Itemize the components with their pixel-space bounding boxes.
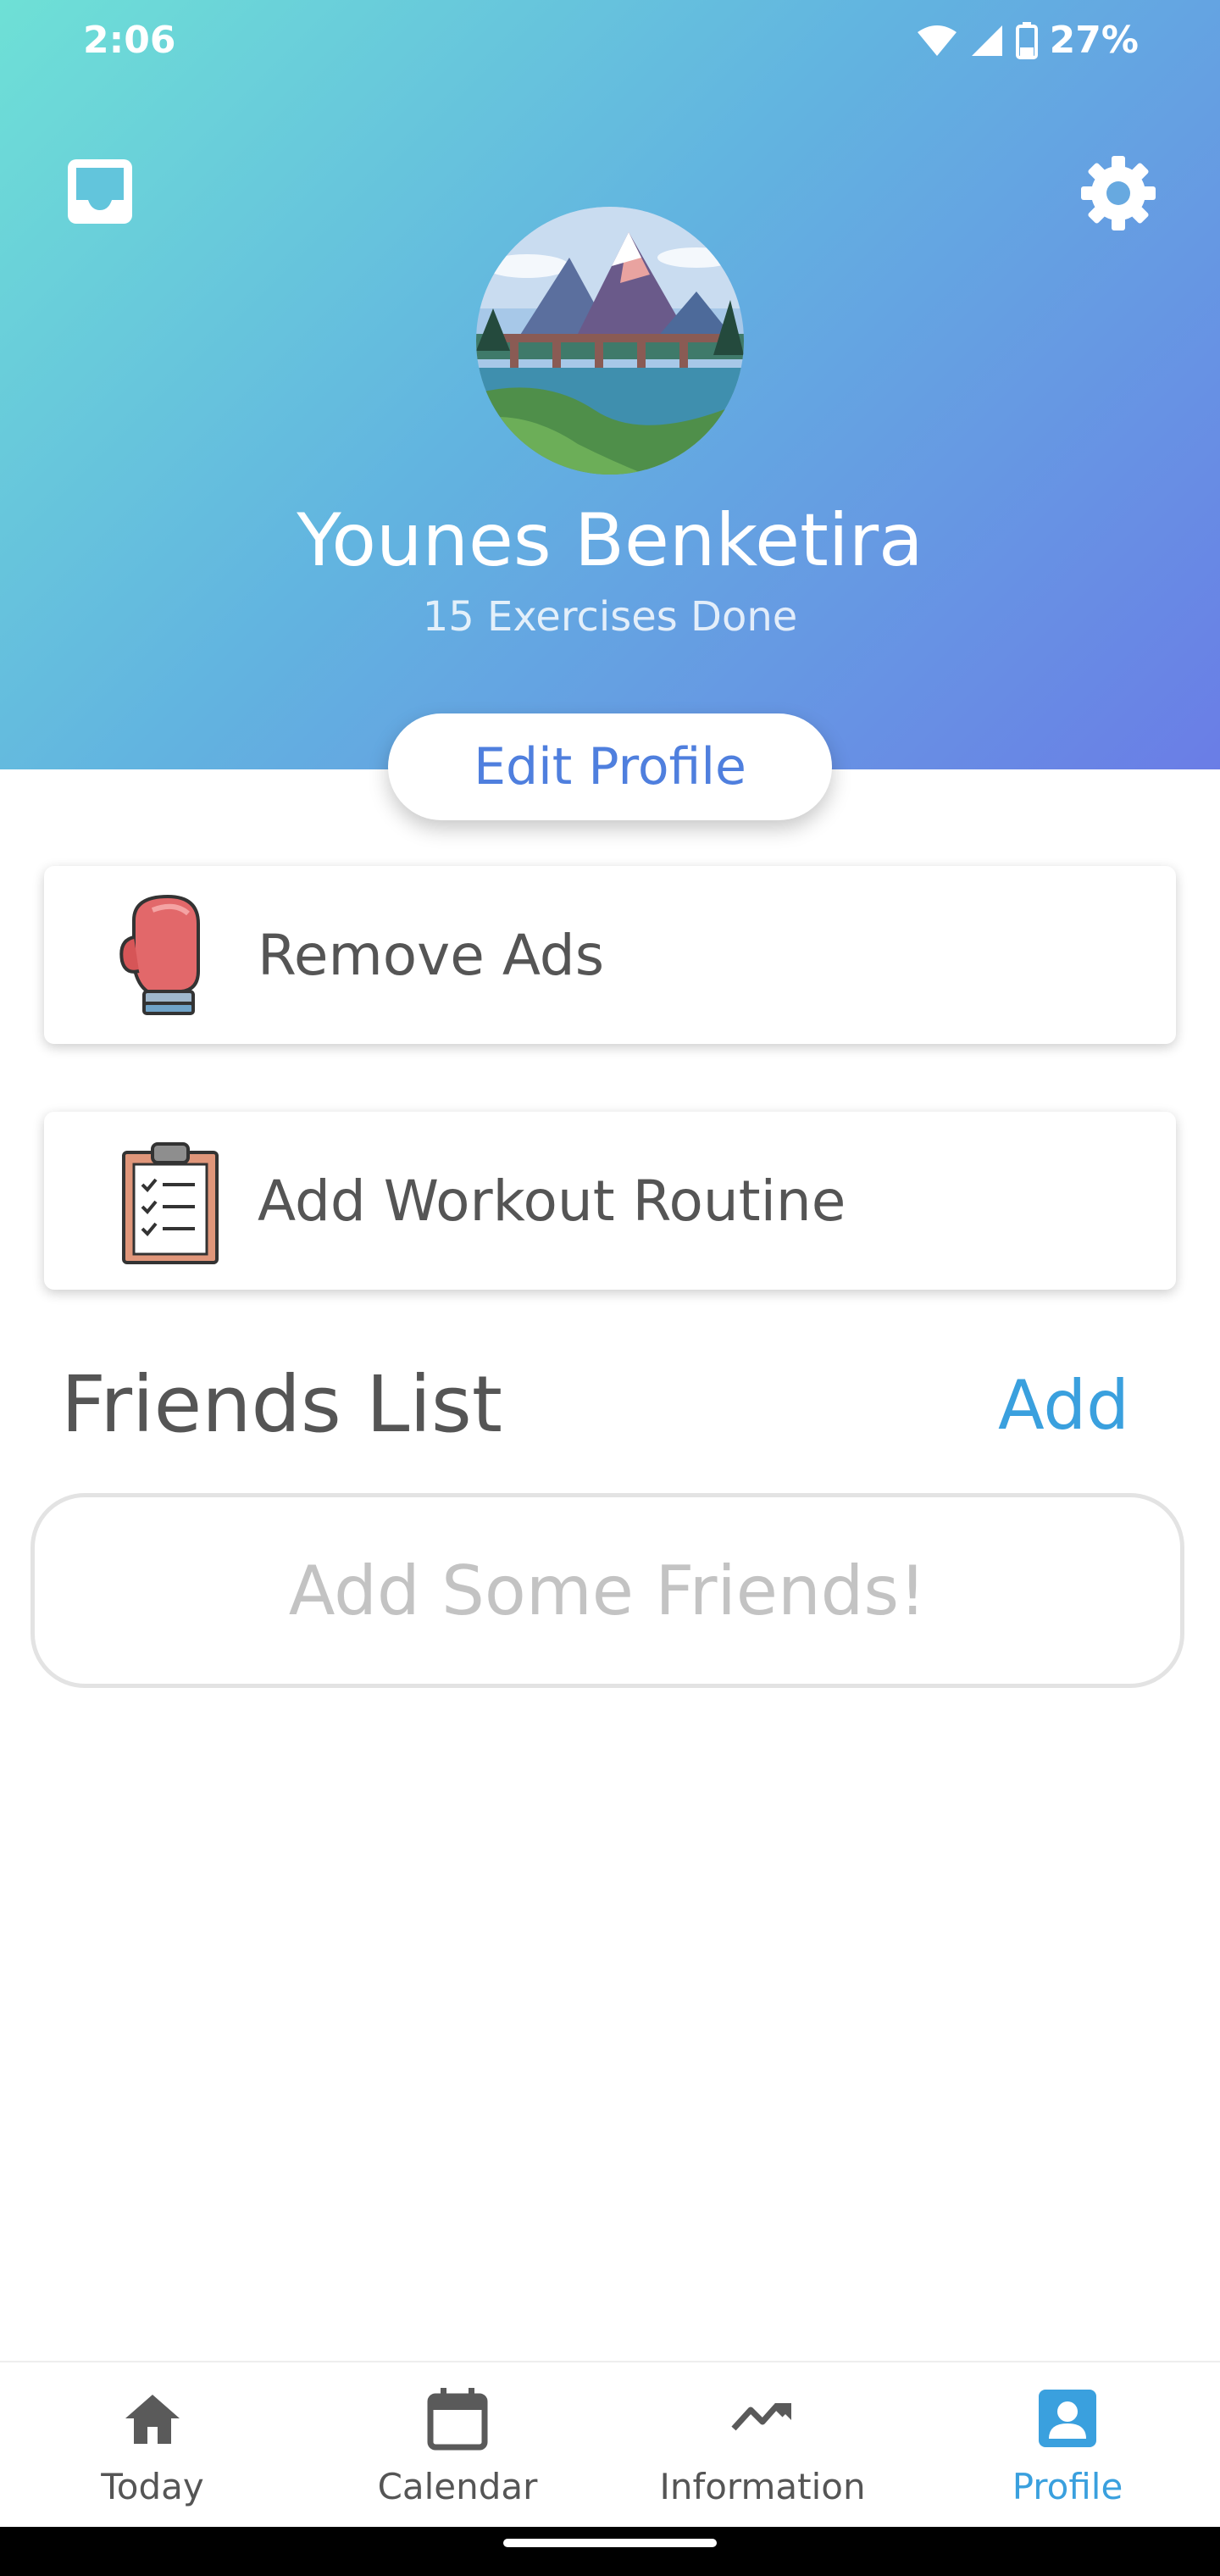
remove-ads-label: Remove Ads [258,922,605,988]
status-bar: 2:06 27% [0,0,1220,85]
nav-profile-label: Profile [1012,2466,1123,2507]
inbox-button[interactable] [64,156,136,227]
nav-information-label: Information [659,2466,866,2507]
calendar-icon [427,2388,488,2451]
edit-profile-button[interactable]: Edit Profile [388,713,832,820]
remove-ads-card[interactable]: Remove Ads [44,866,1176,1044]
add-workout-routine-card[interactable]: Add Workout Routine [44,1112,1176,1290]
avatar-landscape-image [476,207,744,475]
profile-icon [1039,2390,1096,2447]
friends-list-title: Friends List [61,1359,502,1450]
boxing-glove-icon [100,890,230,1020]
status-icons: 27% [916,19,1139,62]
settings-button[interactable] [1076,151,1161,236]
friends-empty-state[interactable]: Add Some Friends! [30,1493,1184,1688]
gesture-bar [0,2527,1220,2576]
home-gesture-handle[interactable] [503,2539,717,2547]
gear-icon [1081,156,1156,230]
bottom-navigation: Today Calendar Information Profile [0,2361,1220,2529]
wifi-icon [917,25,957,56]
battery-percent: 27% [1049,19,1139,62]
exercises-count: 15 Exercises Done [422,593,798,641]
avatar[interactable] [476,207,744,475]
inbox-icon [68,159,132,224]
nav-calendar-label: Calendar [377,2466,538,2507]
friends-empty-text: Add Some Friends! [288,1551,927,1630]
home-icon [125,2395,180,2444]
nav-today-label: Today [101,2466,204,2507]
battery-icon [1015,21,1038,59]
add-workout-routine-label: Add Workout Routine [258,1168,846,1234]
nav-information[interactable]: Information [610,2362,915,2529]
clipboard-icon [100,1135,230,1266]
nav-today[interactable]: Today [0,2362,305,2529]
user-name: Younes Benketira [297,498,923,583]
add-friend-link[interactable]: Add [998,1366,1129,1445]
nav-calendar[interactable]: Calendar [305,2362,610,2529]
profile-header: 2:06 27% Younes Benketira 15 Exercises D… [0,0,1220,769]
trend-icon [731,2403,791,2431]
status-time: 2:06 [83,19,176,62]
nav-profile[interactable]: Profile [915,2362,1220,2529]
signal-icon [971,25,1002,56]
